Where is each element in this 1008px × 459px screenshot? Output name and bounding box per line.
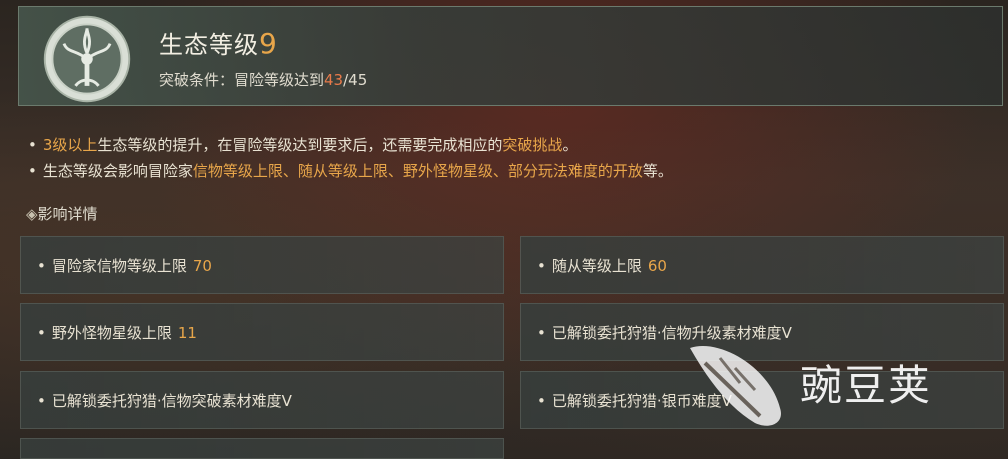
bullet-dot-icon: • bbox=[37, 392, 46, 410]
diamond-icon: ◈ bbox=[26, 205, 38, 223]
detail-card: • 冒险家信物等级上限 70 bbox=[20, 236, 504, 294]
note-item: • 生态等级会影响冒险家信物等级上限、随从等级上限、野外怪物星级、部分玩法难度的开… bbox=[28, 158, 673, 184]
notes-list: • 3级以上生态等级的提升，在冒险等级达到要求后，还需要完成相应的突破挑战。 • 生… bbox=[28, 132, 673, 184]
detail-card: • 已解锁委托狩猎·信物突破素材难度V bbox=[20, 371, 504, 429]
page-title: 生态等级9 bbox=[159, 27, 278, 60]
tree-emblem-icon bbox=[43, 15, 131, 103]
note-item: • 3级以上生态等级的提升，在冒险等级达到要求后，还需要完成相应的突破挑战。 bbox=[28, 132, 673, 158]
bullet-dot-icon: • bbox=[537, 392, 546, 410]
bullet-dot-icon: • bbox=[37, 324, 46, 342]
required-adventure-level: /45 bbox=[343, 71, 368, 89]
bullet-dot-icon: • bbox=[28, 136, 37, 154]
bullet-dot-icon: • bbox=[28, 162, 37, 180]
ecology-level-header: 生态等级9 突破条件：冒险等级达到43/45 bbox=[18, 6, 1003, 106]
detail-card-partial bbox=[20, 438, 504, 459]
breakthrough-condition: 突破条件：冒险等级达到43/45 bbox=[159, 71, 368, 89]
current-adventure-level: 43 bbox=[324, 71, 344, 89]
bullet-dot-icon: • bbox=[537, 257, 546, 275]
detail-card: • 随从等级上限 60 bbox=[520, 236, 1004, 294]
section-title: ◈影响详情 bbox=[26, 205, 98, 223]
bullet-dot-icon: • bbox=[37, 257, 46, 275]
detail-card: • 野外怪物星级上限 11 bbox=[20, 303, 504, 361]
bullet-dot-icon: • bbox=[537, 324, 546, 342]
level-number: 9 bbox=[259, 27, 278, 60]
watermark-text: 豌豆荚 bbox=[800, 361, 933, 410]
